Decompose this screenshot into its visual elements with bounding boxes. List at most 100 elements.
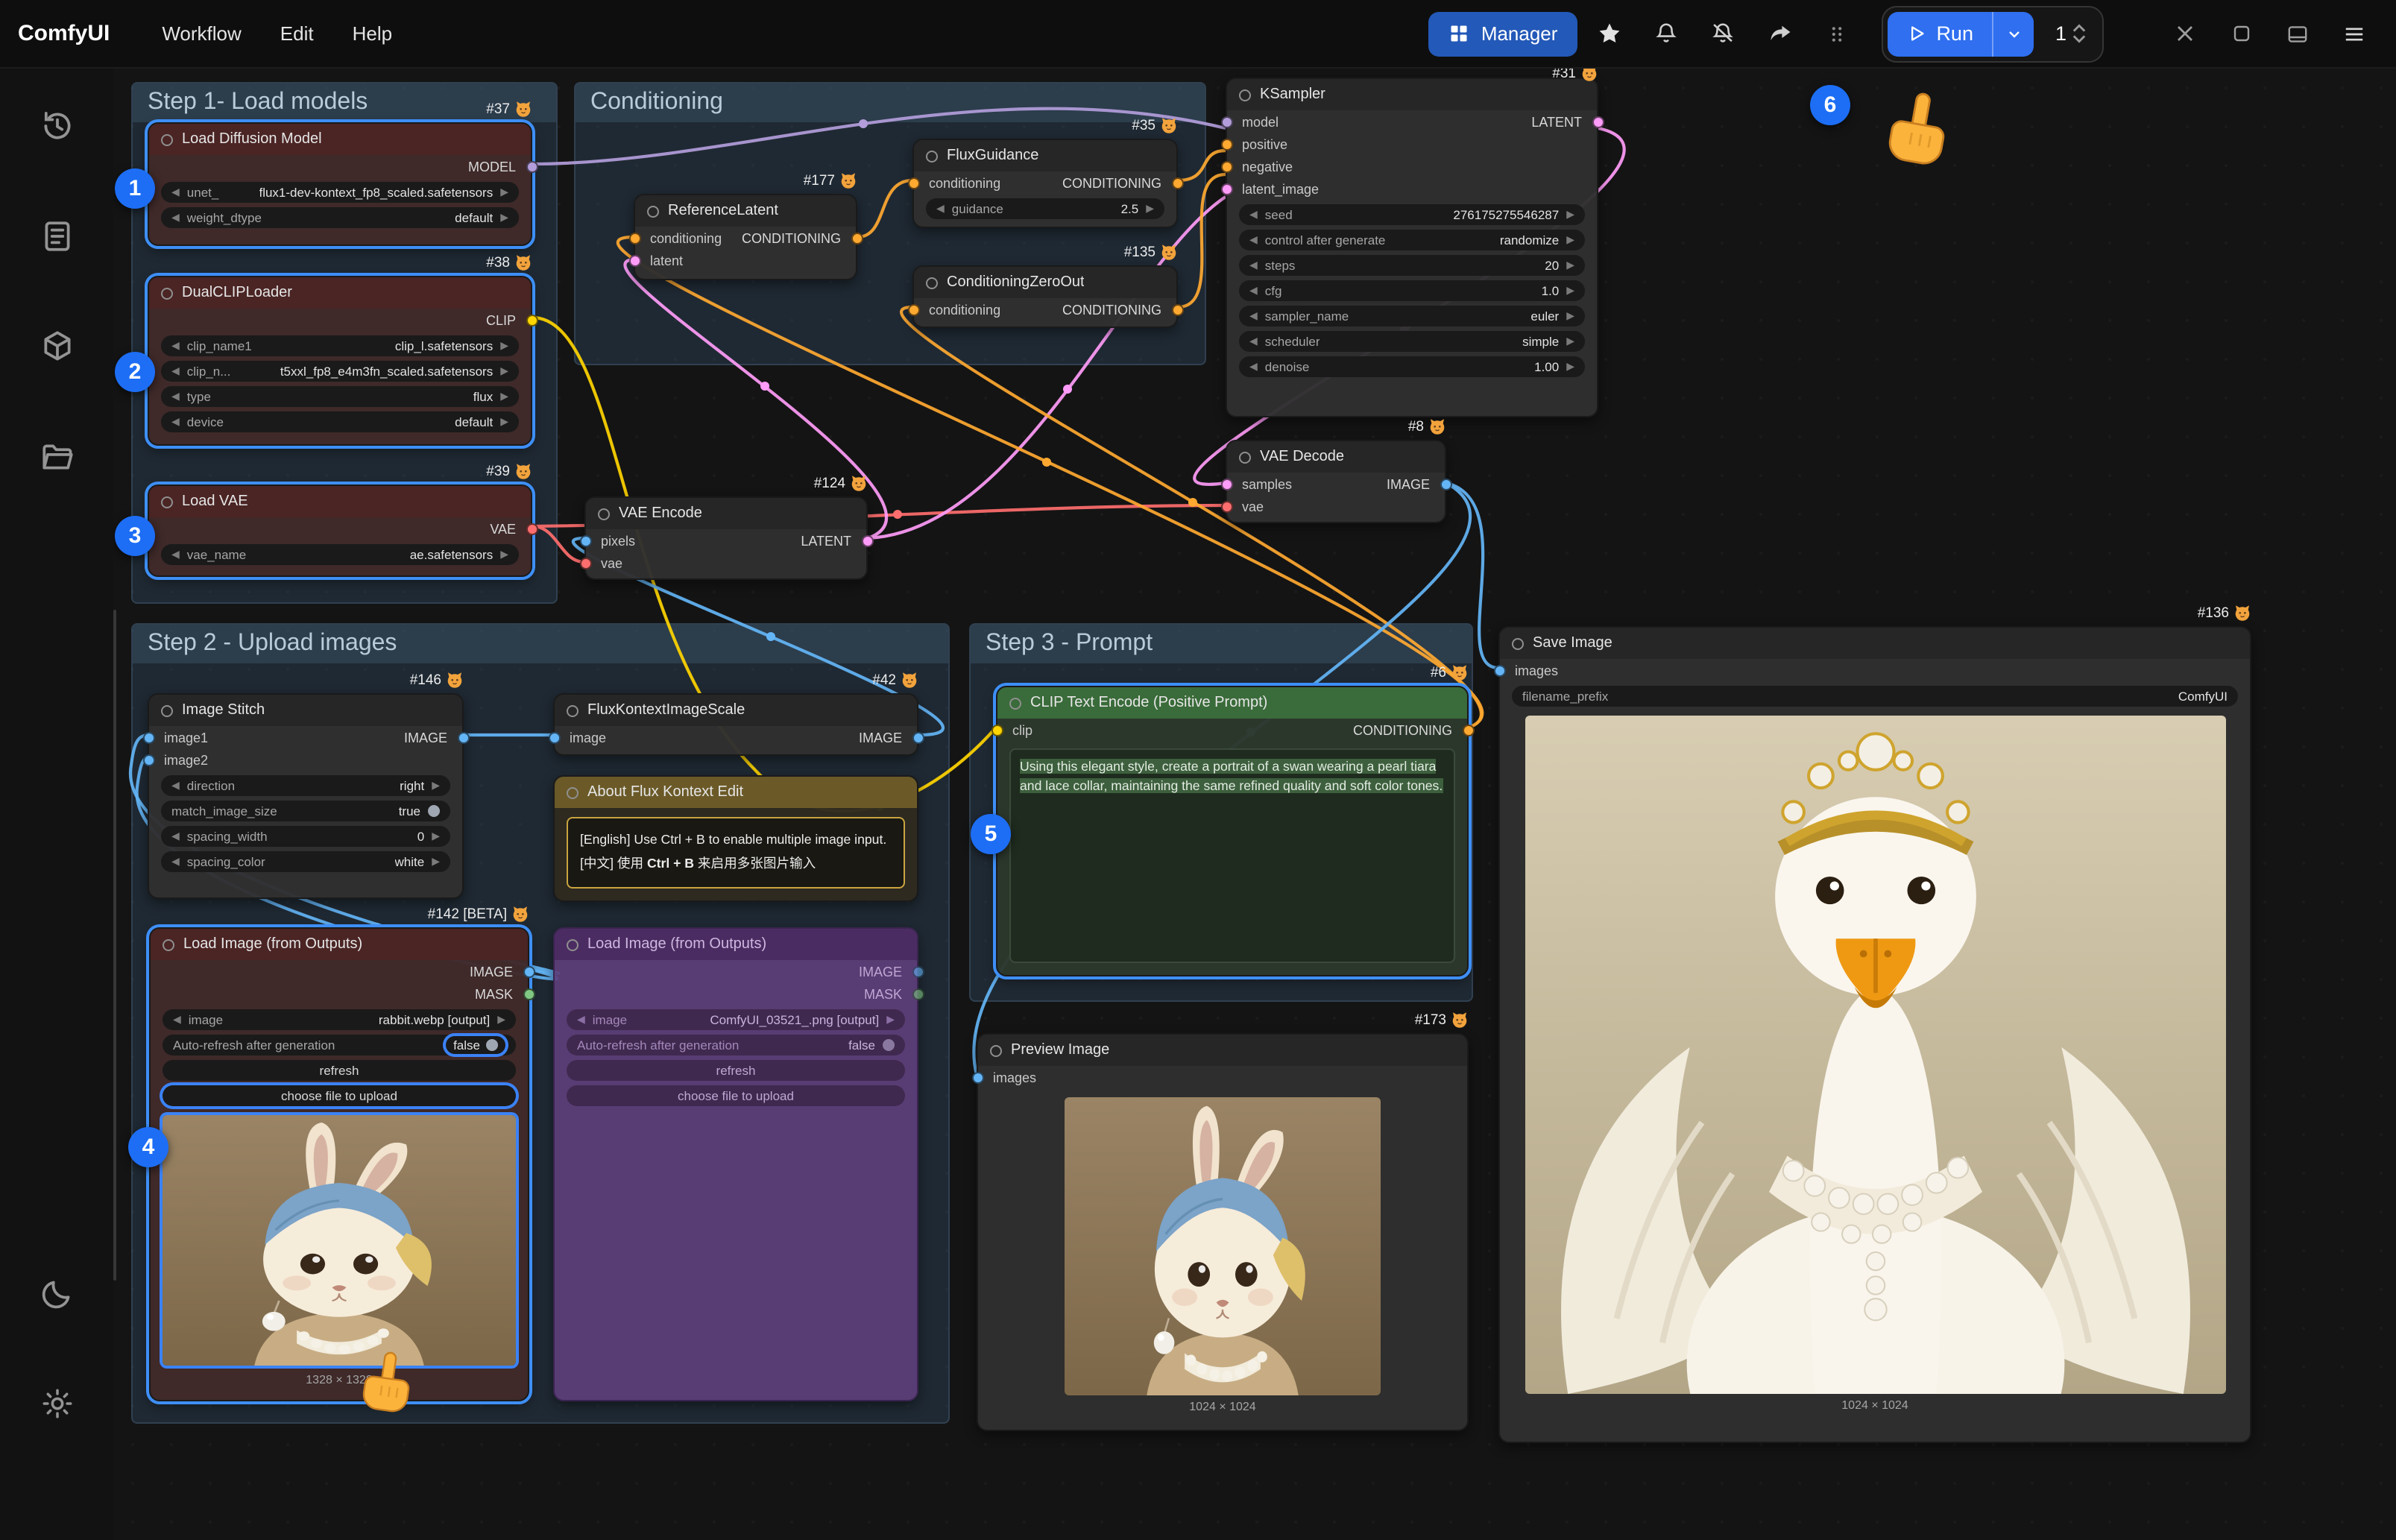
node-header[interactable]: Load Image (from Outputs)	[555, 929, 917, 960]
port-conditioning-output[interactable]	[1171, 177, 1183, 189]
node-header[interactable]: FluxKontextImageScale	[555, 695, 917, 726]
port-clip-output[interactable]	[526, 314, 537, 326]
collapse-dot-icon[interactable]	[926, 150, 938, 162]
port-mask-output[interactable]	[912, 988, 924, 1000]
port-vae-output[interactable]	[526, 523, 537, 534]
sidebar-workflows-button[interactable]	[24, 203, 89, 268]
widget-direction[interactable]: directionright	[161, 775, 450, 796]
sidebar-open-workflow-button[interactable]	[24, 423, 89, 489]
node-flux-guidance[interactable]: FluxGuidance conditioningCONDITIONING gu…	[912, 139, 1178, 228]
port-negative-input[interactable]	[1220, 160, 1232, 172]
node-vae-decode[interactable]: VAE Decode samplesIMAGE vae	[1226, 440, 1446, 523]
widget-vae-name[interactable]: vae_nameae.safetensors	[161, 544, 519, 565]
choose-file-button[interactable]: choose file to upload	[567, 1085, 905, 1106]
collapse-dot-icon[interactable]	[567, 938, 578, 950]
group-step2-title[interactable]: Step 2 - Upload images	[133, 625, 948, 663]
node-load-image-from-outputs-muted[interactable]: Load Image (from Outputs) IMAGE MASK ima…	[553, 927, 918, 1401]
port-images-input[interactable]	[1493, 664, 1505, 676]
collapse-dot-icon[interactable]	[161, 704, 173, 716]
node-header[interactable]: ConditioningZeroOut	[914, 267, 1176, 298]
notifications-mute-button[interactable]	[1699, 11, 1747, 56]
widget-filename-prefix[interactable]: filename_prefixComfyUI	[1512, 686, 2238, 707]
collapse-dot-icon[interactable]	[990, 1044, 1002, 1056]
node-header[interactable]: CLIP Text Encode (Positive Prompt)	[997, 687, 1467, 719]
notifications-button[interactable]	[1642, 11, 1690, 56]
node-load-image-from-outputs[interactable]: Load Image (from Outputs) IMAGE MASK ima…	[149, 927, 529, 1401]
widget-spacing-width[interactable]: spacing_width0	[161, 826, 450, 847]
node-note-about-flux-kontext[interactable]: About Flux Kontext Edit [English] Use Ct…	[553, 775, 918, 902]
node-conditioning-zero-out[interactable]: ConditioningZeroOut conditioningCONDITIO…	[912, 265, 1178, 328]
toggle-knob[interactable]	[883, 1039, 895, 1051]
widget-spacing-color[interactable]: spacing_colorwhite	[161, 851, 450, 872]
widget-image-file[interactable]: imagerabbit.webp [output]	[163, 1009, 516, 1030]
widget-seed[interactable]: seed276175275546287	[1239, 204, 1585, 225]
toggle-knob[interactable]	[428, 805, 440, 817]
widget-unet-name[interactable]: unet_flux1-dev-kontext_fp8_scaled.safete…	[161, 182, 519, 203]
collapse-dot-icon[interactable]	[161, 133, 173, 145]
menu-help[interactable]: Help	[333, 13, 412, 54]
collapse-dot-icon[interactable]	[161, 287, 173, 299]
port-image-output[interactable]	[523, 965, 535, 977]
node-header[interactable]: KSampler	[1227, 79, 1597, 110]
toggle-knob[interactable]	[486, 1039, 498, 1051]
manager-button[interactable]: Manager	[1429, 11, 1577, 56]
port-model-input[interactable]	[1220, 116, 1232, 127]
port-positive-input[interactable]	[1220, 138, 1232, 150]
drag-handle[interactable]	[1812, 11, 1860, 56]
widget-match-image-size[interactable]: match_image_sizetrue	[161, 801, 450, 821]
node-header[interactable]: Load Diffusion Model	[149, 124, 531, 155]
port-pixels-input[interactable]	[579, 534, 591, 546]
choose-file-button[interactable]: choose file to upload	[163, 1085, 516, 1106]
port-vae-input[interactable]	[1220, 500, 1232, 512]
collapse-dot-icon[interactable]	[567, 786, 578, 798]
port-images-input[interactable]	[971, 1071, 983, 1083]
collapse-dot-icon[interactable]	[647, 205, 659, 217]
node-header[interactable]: Load Image (from Outputs)	[151, 929, 528, 960]
port-image-output[interactable]	[912, 731, 924, 743]
node-load-vae[interactable]: Load VAE VAE vae_nameae.safetensors	[148, 485, 532, 577]
collapse-dot-icon[interactable]	[1239, 89, 1251, 101]
widget-auto-refresh[interactable]: Auto-refresh after generationfalse	[163, 1035, 516, 1055]
node-header[interactable]: ReferenceLatent	[635, 195, 856, 227]
batch-count-stepper[interactable]: 1	[2043, 13, 2098, 54]
node-header[interactable]: VAE Decode	[1227, 441, 1445, 473]
main-menu-button[interactable]	[2330, 11, 2378, 56]
widget-steps[interactable]: steps20	[1239, 255, 1585, 276]
widget-clip-name2[interactable]: clip_n...t5xxl_fp8_e4m3fn_scaled.safeten…	[161, 361, 519, 382]
port-mask-output[interactable]	[523, 988, 535, 1000]
node-clip-text-encode-positive[interactable]: CLIP Text Encode (Positive Prompt) clipC…	[996, 686, 1469, 976]
node-load-diffusion-model[interactable]: Load Diffusion Model MODEL unet_flux1-de…	[148, 122, 532, 246]
menu-edit[interactable]: Edit	[261, 13, 333, 54]
sidebar-theme-toggle[interactable]	[24, 1260, 89, 1325]
widget-device[interactable]: devicedefault	[161, 411, 519, 432]
port-model-output[interactable]	[526, 160, 537, 172]
port-image-output[interactable]	[1440, 478, 1451, 490]
widget-image-file[interactable]: imageComfyUI_03521_.png [output]	[567, 1009, 905, 1030]
collapse-dot-icon[interactable]	[163, 938, 174, 950]
sidebar-queue-history-button[interactable]	[24, 92, 89, 158]
widget-auto-refresh[interactable]: Auto-refresh after generationfalse	[567, 1035, 905, 1055]
widget-cfg[interactable]: cfg1.0	[1239, 280, 1585, 301]
port-image-output[interactable]	[912, 965, 924, 977]
port-image-output[interactable]	[457, 731, 469, 743]
node-header[interactable]: Load VAE	[149, 486, 531, 517]
collapse-dot-icon[interactable]	[1512, 637, 1524, 649]
run-options-button[interactable]	[1993, 11, 2034, 56]
port-latent-input[interactable]	[628, 254, 640, 266]
port-samples-input[interactable]	[1220, 478, 1232, 490]
port-image-input[interactable]	[548, 731, 560, 743]
widget-denoise[interactable]: denoise1.00	[1239, 356, 1585, 377]
node-flux-kontext-image-scale[interactable]: FluxKontextImageScale imageIMAGE	[553, 693, 918, 756]
port-conditioning-output[interactable]	[851, 232, 863, 244]
port-clip-input[interactable]	[991, 724, 1003, 736]
stop-button[interactable]	[2217, 11, 2265, 56]
port-conditioning-output[interactable]	[1462, 724, 1474, 736]
widget-control-after-generate[interactable]: control after generaterandomize	[1239, 230, 1585, 250]
sidebar-settings-button[interactable]	[24, 1370, 89, 1436]
collapse-dot-icon[interactable]	[1009, 697, 1021, 709]
node-image-stitch[interactable]: Image Stitch image1IMAGE image2 directio…	[148, 693, 464, 899]
port-conditioning-input[interactable]	[907, 303, 919, 315]
widget-clip-name1[interactable]: clip_name1clip_l.safetensors	[161, 335, 519, 356]
node-vae-encode[interactable]: VAE Encode pixelsLATENT vae	[584, 496, 868, 580]
cancel-run-button[interactable]	[2160, 11, 2208, 56]
